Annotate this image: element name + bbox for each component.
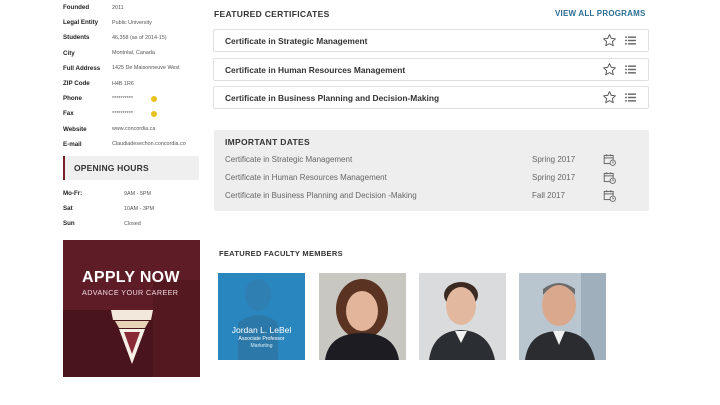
opening-hours-list: Mo-Fr: 9AM - 5PM Sat 10AM - 3PM Sun Closed — [63, 186, 200, 232]
date-term: Spring 2017 — [532, 172, 576, 182]
date-program-name: Certificate in Strategic Management — [225, 154, 353, 164]
info-value: ********** — [112, 95, 133, 102]
info-row-fax: Fax ********** — [63, 106, 200, 121]
certificate-item[interactable]: Certificate in Strategic Management — [213, 29, 649, 52]
email-link[interactable]: Claudiadesechon.concordia.co — [112, 141, 186, 147]
info-row-founded: Founded 2011 — [63, 0, 200, 15]
date-program-name: Certificate in Human Resources Managemen… — [225, 172, 387, 182]
important-dates-title: IMPORTANT DATES — [225, 137, 310, 147]
date-term: Spring 2017 — [532, 154, 576, 164]
info-key: ZIP Code — [63, 80, 90, 88]
info-row-address: Full Address 1425 De Maisonneuve West — [63, 61, 200, 76]
info-key: Fax — [63, 110, 74, 118]
date-row: Certificate in Human Resources Managemen… — [225, 169, 635, 185]
info-row-phone: Phone ********** — [63, 91, 200, 106]
info-key: Full Address — [63, 64, 101, 72]
date-row: Certificate in Business Planning and Dec… — [225, 187, 635, 203]
certificate-item[interactable]: Certificate in Human Resources Managemen… — [213, 58, 649, 81]
website-link[interactable]: www.concordia.ca — [112, 126, 155, 132]
faculty-card[interactable]: Jordan L. LeBel Associate Professor Mark… — [218, 273, 305, 360]
list-icon[interactable] — [625, 36, 636, 45]
reveal-phone-icon[interactable] — [150, 95, 157, 102]
info-key: City — [63, 49, 75, 57]
faculty-card[interactable] — [419, 273, 506, 360]
star-icon[interactable] — [602, 90, 617, 105]
info-value: ********** — [112, 110, 133, 117]
calendar-icon[interactable] — [603, 153, 616, 166]
banner-subtitle: ADVANCE YOUR CAREER — [82, 288, 179, 297]
hours-time: Closed — [124, 220, 141, 227]
school-info-list: Founded 2011 Legal Entity Public Universit… — [63, 0, 200, 152]
banner-title: APPLY NOW — [82, 269, 180, 286]
info-value: 1425 De Maisonneuve West — [112, 65, 180, 72]
important-dates-panel: IMPORTANT DATES Certificate in Strategic… — [214, 130, 649, 211]
info-row-legal-entity: Legal Entity Public University — [63, 15, 200, 30]
star-icon[interactable] — [602, 33, 617, 48]
calendar-icon[interactable] — [603, 189, 616, 202]
university-crest-icon — [111, 310, 153, 364]
faculty-photo — [319, 273, 406, 360]
info-key: Founded — [63, 4, 90, 12]
featured-faculty-title: FEATURED FACULTY MEMBERS — [219, 249, 343, 258]
info-row-email: E-mail Claudiadesechon.concordia.co — [63, 137, 200, 152]
opening-hours-title: OPENING HOURS — [74, 163, 149, 173]
info-key: Students — [63, 34, 90, 42]
hours-row: Mo-Fr: 9AM - 5PM — [63, 186, 200, 201]
calendar-icon[interactable] — [603, 171, 616, 184]
hours-row: Sun Closed — [63, 216, 200, 231]
info-value: H4B 1R6 — [112, 80, 134, 87]
certificate-item[interactable]: Certificate in Business Planning and Dec… — [213, 86, 649, 109]
hours-row: Sat 10AM - 3PM — [63, 201, 200, 216]
hours-time: 9AM - 5PM — [124, 190, 151, 197]
info-row-city: City Montréal, Canada — [63, 46, 200, 61]
info-key: Legal Entity — [63, 19, 99, 27]
hours-day: Sat — [63, 205, 73, 213]
faculty-photo — [419, 273, 506, 360]
info-value: Public University — [112, 19, 152, 26]
info-key: Phone — [63, 95, 82, 103]
certificate-name: Certificate in Human Resources Managemen… — [225, 64, 406, 75]
info-value: 2011 — [112, 4, 124, 11]
date-row: Certificate in Strategic Management Spri… — [225, 151, 635, 167]
hours-day: Mo-Fr: — [63, 190, 83, 198]
info-value: 46,358 (as of 2014-15) — [112, 34, 167, 41]
faculty-card[interactable] — [519, 273, 606, 360]
date-term: Fall 2017 — [532, 190, 565, 200]
list-icon[interactable] — [625, 65, 636, 74]
list-icon[interactable] — [625, 93, 636, 102]
apply-now-banner[interactable]: APPLY NOW ADVANCE YOUR CAREER — [63, 240, 200, 377]
faculty-name: Jordan L. LeBel — [231, 325, 292, 335]
faculty-role: Associate Professor — [238, 336, 285, 342]
certificate-name: Certificate in Business Planning and Dec… — [225, 92, 440, 103]
featured-certificates-title: FEATURED CERTIFICATES — [214, 9, 330, 19]
info-key: E-mail — [63, 140, 82, 148]
faculty-department: Marketing — [250, 343, 273, 349]
info-row-website: Website www.concordia.ca — [63, 122, 200, 137]
faculty-card[interactable] — [319, 273, 406, 360]
info-value: Montréal, Canada — [112, 50, 155, 57]
date-program-name: Certificate in Business Planning and Dec… — [225, 190, 417, 200]
hours-time: 10AM - 3PM — [124, 205, 154, 212]
info-row-students: Students 46,358 (as of 2014-15) — [63, 30, 200, 45]
info-row-zip: ZIP Code H4B 1R6 — [63, 76, 200, 91]
reveal-fax-icon[interactable] — [150, 110, 157, 117]
info-key: Website — [63, 125, 87, 133]
hours-day: Sun — [63, 220, 75, 228]
certificate-name: Certificate in Strategic Management — [225, 35, 368, 46]
star-icon[interactable] — [602, 62, 617, 77]
opening-hours-header: OPENING HOURS — [63, 156, 199, 180]
faculty-photo — [519, 273, 606, 360]
view-all-programs-link[interactable]: VIEW ALL PROGRAMS — [555, 9, 646, 18]
